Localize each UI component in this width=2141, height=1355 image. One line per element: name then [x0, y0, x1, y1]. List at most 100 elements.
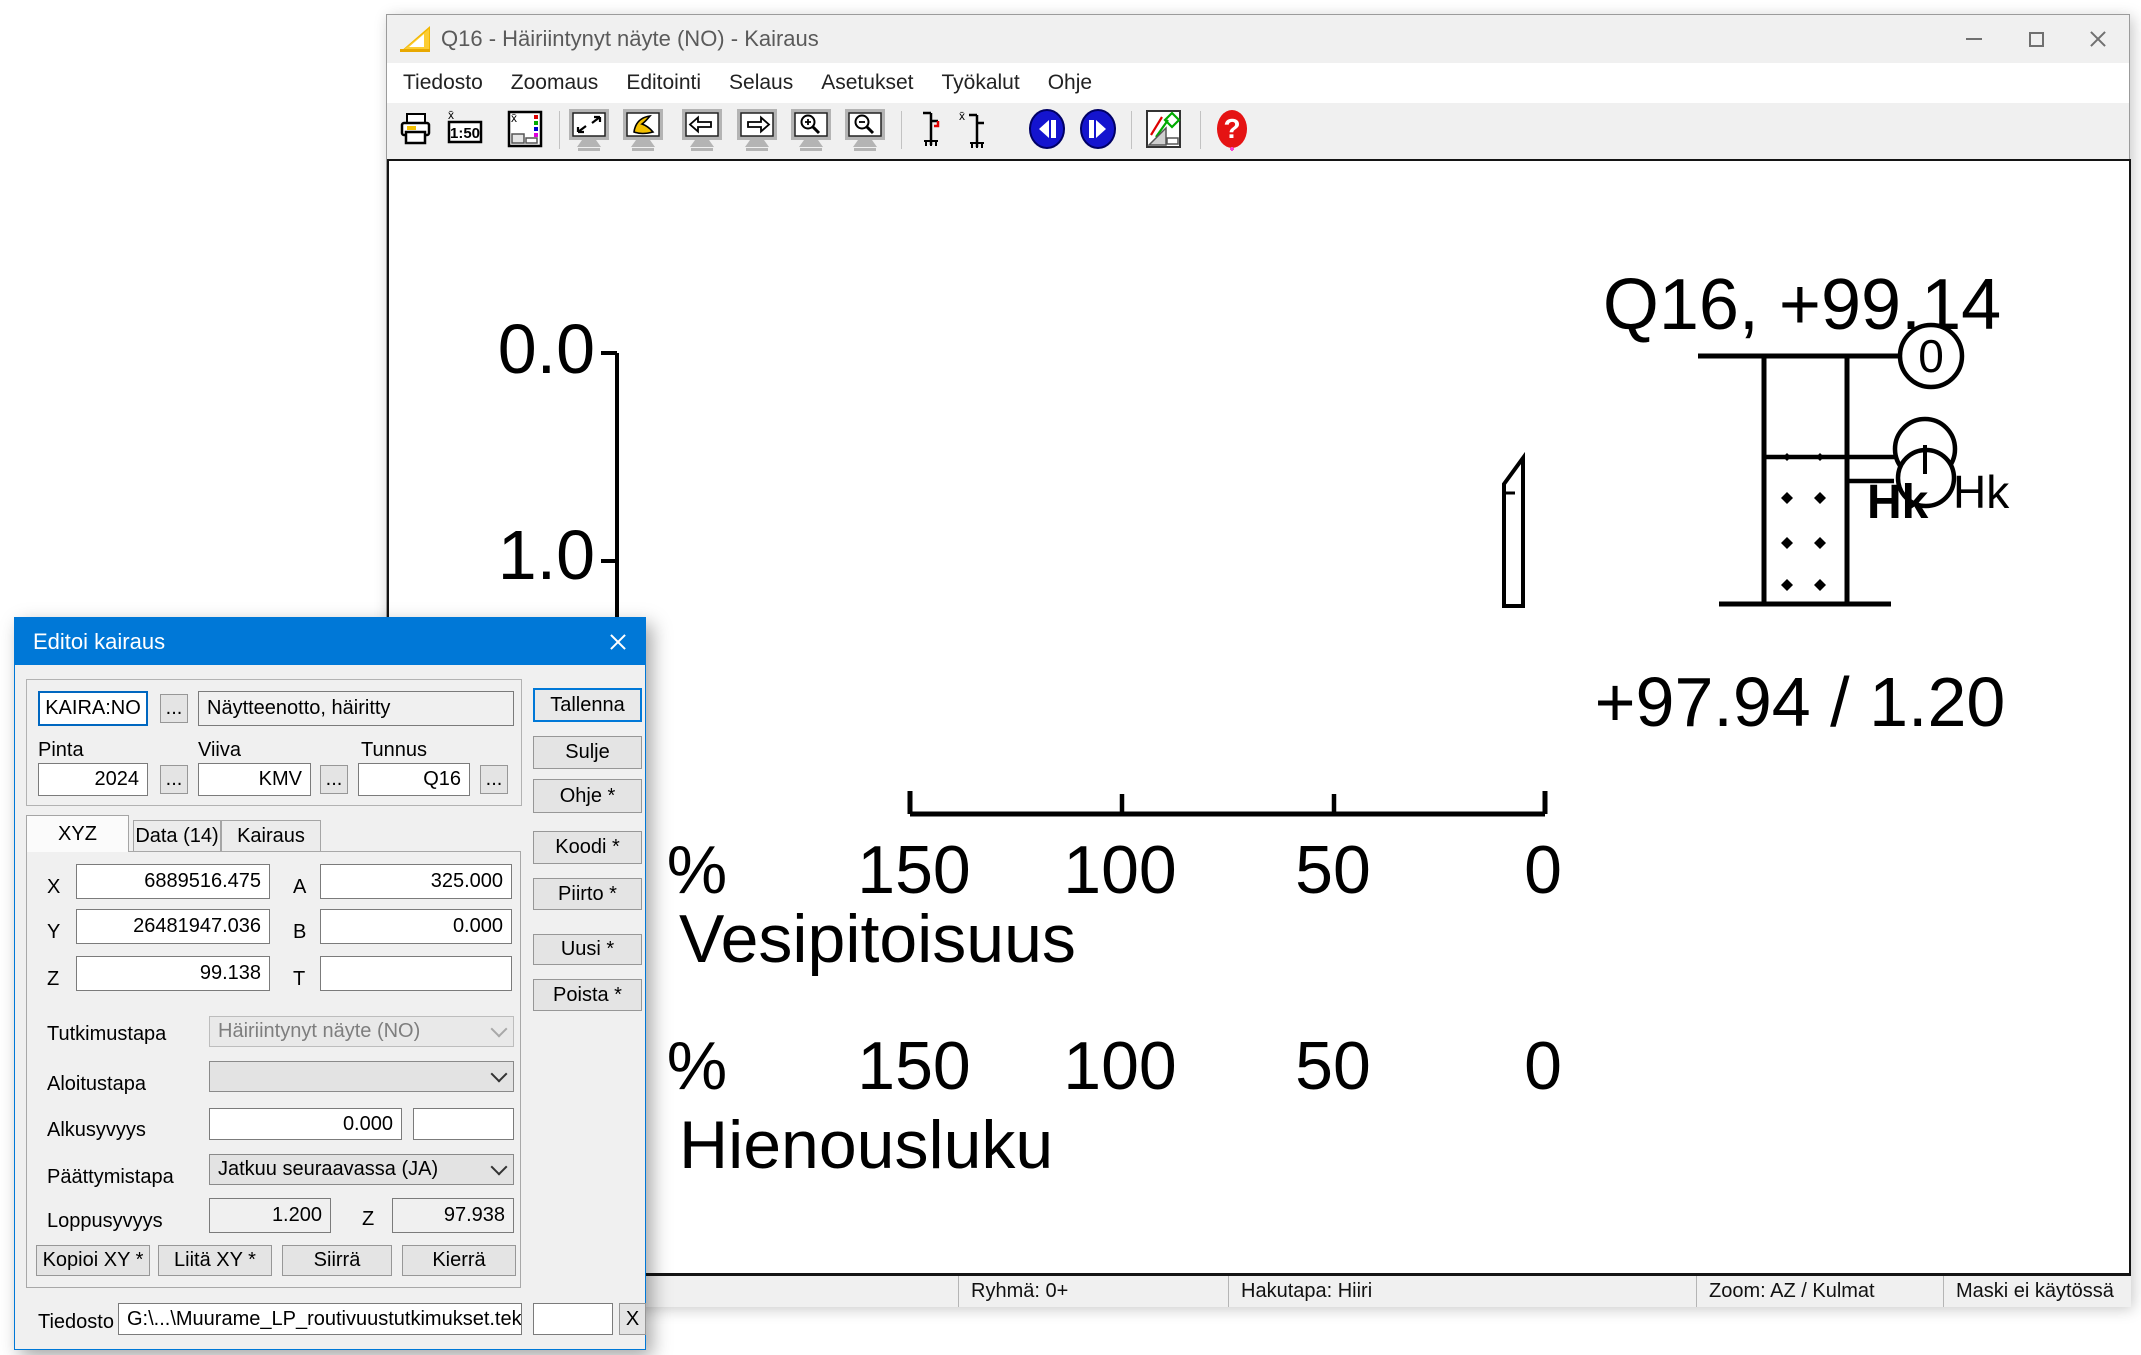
- pinta-label: Pinta: [38, 739, 84, 762]
- previous-zoom-icon: [620, 107, 666, 155]
- close-button[interactable]: [2067, 15, 2129, 63]
- survey-type-browse-button[interactable]: ...: [160, 694, 188, 723]
- z-field[interactable]: 99.138: [76, 956, 270, 991]
- scale-icon: x̄ 1:50: [442, 107, 488, 155]
- scale-button[interactable]: x̄ 1:50: [442, 107, 488, 155]
- print-button[interactable]: [393, 107, 439, 155]
- pan-right-button[interactable]: [734, 107, 780, 155]
- x-field[interactable]: 6889516.475: [76, 864, 270, 899]
- tab-xyz[interactable]: XYZ: [26, 815, 129, 852]
- toolbar-separator: [901, 111, 902, 149]
- close-icon: [2089, 30, 2107, 48]
- status-bar: Ryhmä: 0+ Hakutapa: Hiiri Zoom: AZ / Kul…: [387, 1273, 2131, 1307]
- close-icon: [609, 633, 627, 651]
- t-field[interactable]: [320, 956, 512, 991]
- help-button[interactable]: ?: [1209, 107, 1255, 155]
- b-label: B: [293, 921, 306, 944]
- menu-ohje[interactable]: Ohje: [1034, 63, 1106, 103]
- menu-zoomaus[interactable]: Zoomaus: [497, 63, 613, 103]
- window-title: Q16 - Häiriintynyt näyte (NO) - Kairaus: [441, 26, 819, 52]
- depth-scale: [601, 353, 617, 631]
- survey-type-desc-field: Näytteenotto, häiritty: [198, 691, 514, 726]
- previous-object-button[interactable]: [1024, 107, 1070, 155]
- survey-type-code-field[interactable]: KAIRA:NO: [38, 691, 148, 726]
- kopioi-xy-button[interactable]: Kopioi XY *: [36, 1245, 150, 1276]
- water-axis-50: 50: [1295, 832, 1371, 908]
- soil-label-overlap: Hk: [1867, 476, 1929, 529]
- pan-right-icon: [734, 107, 780, 155]
- menu-selaus[interactable]: Selaus: [715, 63, 807, 103]
- z-label: Z: [47, 968, 59, 991]
- paattymistapa-combo[interactable]: Jatkuu seuraavassa (JA): [209, 1154, 514, 1185]
- page-setup-button[interactable]: x̄: [502, 107, 548, 155]
- alkusyvyys-extra-field[interactable]: [413, 1108, 514, 1140]
- tiedosto-path-field[interactable]: G:\...\Muurame_LP_routivuustutkimukset.t…: [118, 1303, 522, 1335]
- maximize-icon: [2029, 32, 2044, 47]
- editoi-kairaus-dialog: Editoi kairaus KAIRA:NO ... Näytteenotto…: [14, 617, 646, 1350]
- maximize-button[interactable]: [2005, 15, 2067, 63]
- water-axis-label: Vesipitoisuus: [679, 901, 1076, 977]
- pinta-field[interactable]: 2024: [38, 763, 148, 796]
- fines-axis-unit: %: [667, 1028, 727, 1104]
- fines-axis-100: 100: [1063, 1028, 1176, 1104]
- tiedosto-extra-field[interactable]: [533, 1303, 613, 1335]
- pan-left-button[interactable]: [679, 107, 725, 155]
- tutkimustapa-value: Häiriintynyt näyte (NO): [218, 1020, 420, 1043]
- siirra-button[interactable]: Siirrä: [282, 1245, 392, 1276]
- menu-tyokalut[interactable]: Työkalut: [927, 63, 1033, 103]
- menu-asetukset[interactable]: Asetukset: [807, 63, 927, 103]
- window-controls: [1943, 15, 2129, 63]
- draw-settings-button[interactable]: [1141, 107, 1187, 155]
- piirto-button[interactable]: Piirto *: [533, 878, 642, 910]
- previous-zoom-button[interactable]: [620, 107, 666, 155]
- tallenna-button[interactable]: Tallenna: [533, 688, 642, 722]
- status-zoom: Zoom: AZ / Kulmat: [1697, 1276, 1944, 1307]
- minimize-icon: [1966, 38, 1982, 40]
- desktop: Q16 - Häiriintynyt näyte (NO) - Kairaus …: [0, 0, 2141, 1355]
- viiva-browse-button[interactable]: ...: [320, 765, 348, 794]
- draw-settings-icon: [1141, 107, 1187, 155]
- koodi-button[interactable]: Koodi *: [533, 831, 642, 864]
- tiedosto-clear-button[interactable]: X: [619, 1303, 646, 1335]
- minimize-button[interactable]: [1943, 15, 2005, 63]
- y-label: Y: [47, 921, 60, 944]
- zoom-in-button[interactable]: [788, 107, 834, 155]
- a-label: A: [293, 876, 306, 899]
- liita-xy-button[interactable]: Liitä XY *: [158, 1245, 272, 1276]
- ground-marker-label: 0: [1918, 330, 1944, 382]
- uusi-button[interactable]: Uusi *: [533, 934, 642, 965]
- dialog-title-bar[interactable]: Editoi kairaus: [15, 618, 645, 665]
- alkusyvyys-field[interactable]: 0.000: [209, 1108, 402, 1140]
- b-field[interactable]: 0.000: [320, 909, 512, 944]
- tunnus-field[interactable]: Q16: [358, 763, 470, 796]
- tunnus-browse-button[interactable]: ...: [480, 765, 508, 794]
- menu-editointi[interactable]: Editointi: [612, 63, 715, 103]
- borehole-select-icon: x̄: [951, 107, 997, 155]
- viiva-field[interactable]: KMV: [198, 763, 311, 796]
- title-bar[interactable]: Q16 - Häiriintynyt näyte (NO) - Kairaus: [387, 15, 2129, 63]
- borehole-select-button[interactable]: x̄: [951, 107, 997, 155]
- x-label: X: [47, 876, 60, 899]
- dialog-close-button[interactable]: [595, 618, 641, 665]
- alkusyvyys-label: Alkusyvyys: [47, 1119, 146, 1142]
- poista-button[interactable]: Poista *: [533, 979, 642, 1011]
- zoom-out-button[interactable]: [842, 107, 888, 155]
- sulje-button[interactable]: Sulje: [533, 736, 642, 769]
- menu-tiedosto[interactable]: Tiedosto: [389, 63, 497, 103]
- tab-data[interactable]: Data (14): [133, 820, 221, 852]
- y-field[interactable]: 26481947.036: [76, 909, 270, 944]
- next-object-icon: [1075, 107, 1121, 155]
- zoom-in-icon: [788, 107, 834, 155]
- aloitustapa-combo[interactable]: [209, 1061, 514, 1092]
- kierra-button[interactable]: Kierrä: [402, 1245, 516, 1276]
- question-mark: ?: [1223, 113, 1240, 144]
- fit-view-button[interactable]: [566, 107, 612, 155]
- tab-kairaus[interactable]: Kairaus: [221, 820, 321, 852]
- a-field[interactable]: 325.000: [320, 864, 512, 899]
- ohje-button[interactable]: Ohje *: [533, 779, 642, 813]
- pinta-browse-button[interactable]: ...: [160, 765, 188, 794]
- drawing-canvas[interactable]: 0.0 1.0 Q16, +99.14: [387, 159, 2131, 1273]
- borehole-tool-button[interactable]: [908, 107, 948, 155]
- next-object-button[interactable]: [1075, 107, 1121, 155]
- fines-axis-label: Hienousluku: [679, 1107, 1053, 1183]
